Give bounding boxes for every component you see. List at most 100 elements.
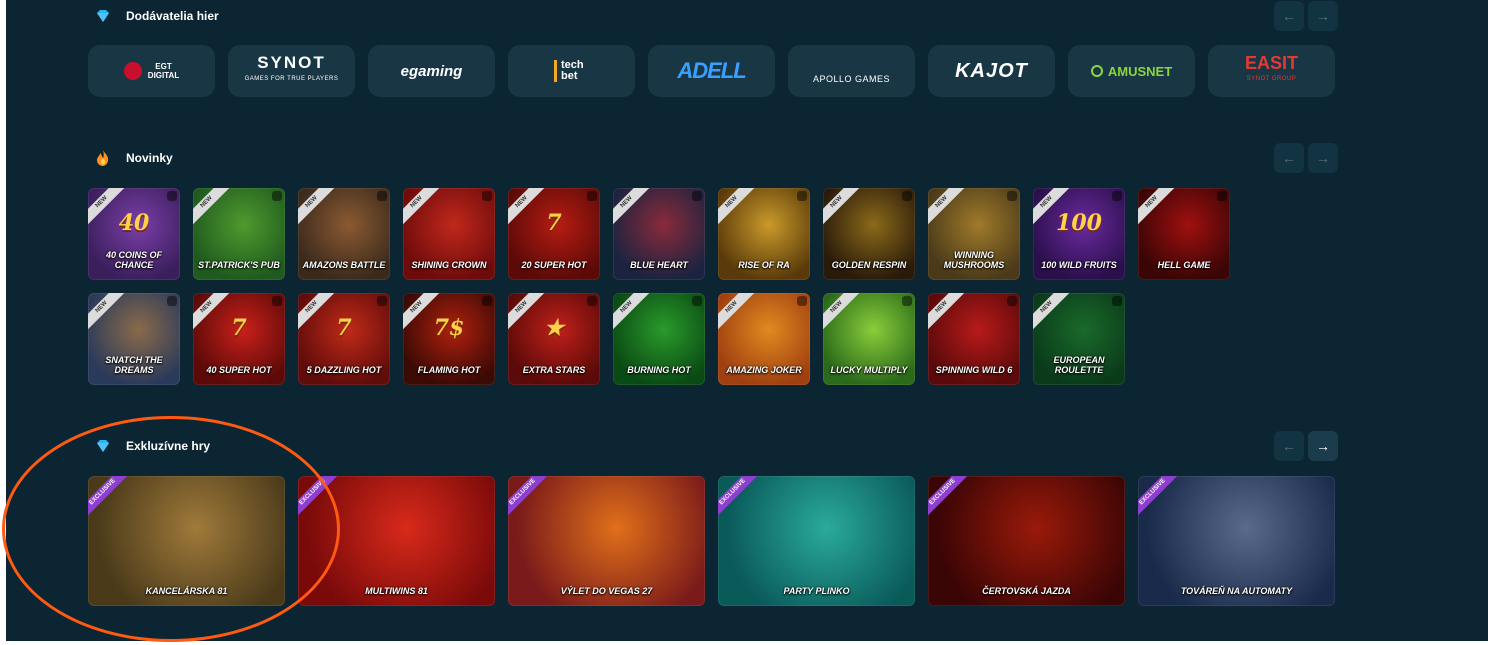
game-title: FLAMING HOT [417, 365, 481, 375]
provider-badge-icon [377, 191, 387, 201]
game-artwork-text: 40 [118, 210, 150, 236]
exclusive-ribbon: EXCLUSIVE [718, 476, 761, 520]
provider-badge-icon [482, 296, 492, 306]
game-tile[interactable]: ★ NEW EXTRA STARS [508, 293, 600, 385]
provider-synot[interactable]: SYNOT GAMES FOR TRUE PLAYERS [228, 45, 355, 97]
game-tile[interactable]: 7 NEW 40 SUPER HOT [193, 293, 285, 385]
provider-badge-icon [587, 296, 597, 306]
exclusive-ribbon: EXCLUSIVE [1138, 476, 1181, 520]
prev-arrow-button[interactable]: ← [1274, 1, 1304, 31]
provider-badge-icon [692, 296, 702, 306]
section-title: Exkluzívne hry [126, 439, 211, 453]
provider-badge-icon [587, 191, 597, 201]
game-artwork-text: 7 [231, 315, 247, 341]
game-title: 100 WILD FRUITS [1041, 260, 1117, 270]
game-tile[interactable]: NEW BURNING HOT [613, 293, 705, 385]
game-title: ČERTOVSKÁ JAZDA [982, 586, 1071, 596]
game-tile[interactable]: NEW RISE OF RA [718, 188, 810, 280]
game-tile[interactable]: NEW EUROPEAN ROULETTE [1033, 293, 1125, 385]
provider-amusnet[interactable]: AMUSNET [1068, 45, 1195, 97]
game-tile[interactable]: NEW WINNING MUSHROOMS [928, 188, 1020, 280]
new-ribbon: NEW [718, 293, 758, 333]
diamond-icon [94, 7, 112, 25]
new-ribbon: NEW [1033, 293, 1073, 333]
game-tile[interactable]: EXCLUSIVE ČERTOVSKÁ JAZDA [928, 476, 1125, 606]
exclusive-games-section: Exkluzívne hry ← → EXCLUSIVE KANCELÁRSKA … [88, 430, 1338, 610]
new-games-row-2: NEW SNATCH THE DREAMS 7 NEW 40 SUPER HOT 7 NEW… [88, 293, 1125, 385]
game-title: SNATCH THE DREAMS [105, 355, 163, 375]
game-title: LUCKY MULTIPLY [830, 365, 908, 375]
game-title: GOLDEN RESPIN [831, 260, 907, 270]
provider-egaming[interactable]: egaming [368, 45, 495, 97]
game-artwork-text: 7 [336, 315, 352, 341]
provider-name: tech bet [554, 60, 589, 82]
providers-list: EGT DIGITAL SYNOT GAMES FOR TRUE PLAYERS e… [88, 45, 1335, 97]
game-tile[interactable]: EXCLUSIVE KANCELÁRSKA 81 [88, 476, 285, 606]
prev-arrow-button[interactable]: ← [1274, 431, 1304, 461]
new-ribbon: NEW [298, 188, 338, 228]
provider-apollo-games[interactable]: APOLLO GAMES [788, 45, 915, 97]
new-games-carousel-nav: ← → [1274, 143, 1338, 173]
next-arrow-button[interactable]: → [1308, 431, 1338, 461]
new-ribbon: NEW [613, 293, 653, 333]
new-ribbon: NEW [928, 293, 968, 333]
game-tile[interactable]: EXCLUSIVE PARTY PLINKO [718, 476, 915, 606]
game-tile[interactable]: NEW SPINNING WILD 6 [928, 293, 1020, 385]
new-ribbon: NEW [613, 188, 653, 228]
new-ribbon: NEW [1138, 188, 1178, 228]
provider-badge-icon [377, 296, 387, 306]
providers-carousel-nav: ← → [1274, 1, 1338, 31]
prev-arrow-button[interactable]: ← [1274, 143, 1304, 173]
provider-easit[interactable]: EASIT SYNOT GROUP [1208, 45, 1335, 97]
game-tile[interactable]: NEW ST.PATRICK'S PUB [193, 188, 285, 280]
game-title: BURNING HOT [627, 365, 691, 375]
game-tile[interactable]: 40 NEW 40 COINS OF CHANCE [88, 188, 180, 280]
new-ribbon: NEW [823, 293, 863, 333]
provider-techbet[interactable]: tech bet [508, 45, 635, 97]
provider-adell[interactable]: ADELL [648, 45, 775, 97]
game-tile[interactable]: 7 NEW 5 DAZZLING HOT [298, 293, 390, 385]
game-title: SPINNING WILD 6 [935, 365, 1013, 375]
game-tile[interactable]: NEW AMAZONS BATTLE [298, 188, 390, 280]
game-title: HELL GAME [1157, 260, 1211, 270]
game-tile[interactable]: NEW HELL GAME [1138, 188, 1230, 280]
exclusive-ribbon: EXCLUSIVE [508, 476, 551, 520]
game-title: MULTIWINS 81 [365, 586, 428, 596]
provider-badge-icon [1217, 191, 1227, 201]
game-tile[interactable]: 7$ NEW FLAMING HOT [403, 293, 495, 385]
game-tile[interactable]: NEW AMAZING JOKER [718, 293, 810, 385]
new-ribbon: NEW [823, 188, 863, 228]
game-tile[interactable]: NEW GOLDEN RESPIN [823, 188, 915, 280]
provider-egt-digital[interactable]: EGT DIGITAL [88, 45, 215, 97]
exclusive-carousel-nav: ← → [1274, 431, 1338, 461]
game-title: 40 COINS OF CHANCE [105, 250, 162, 270]
game-tile[interactable]: EXCLUSIVE MULTIWINS 81 [298, 476, 495, 606]
game-title: KANCELÁRSKA 81 [145, 586, 228, 596]
next-arrow-button[interactable]: → [1308, 1, 1338, 31]
game-artwork-text: 7 [546, 210, 562, 236]
game-tile[interactable]: NEW SNATCH THE DREAMS [88, 293, 180, 385]
game-artwork-text: 100 [1056, 210, 1102, 236]
game-title: EXTRA STARS [522, 365, 586, 375]
game-tile[interactable]: NEW LUCKY MULTIPLY [823, 293, 915, 385]
game-tile[interactable]: 100 NEW 100 WILD FRUITS [1033, 188, 1125, 280]
next-arrow-button[interactable]: → [1308, 143, 1338, 173]
game-tile[interactable]: EXCLUSIVE VÝLET DO VEGAS 27 [508, 476, 705, 606]
game-title: ST.PATRICK'S PUB [198, 260, 280, 270]
provider-badge-icon [1007, 296, 1017, 306]
new-ribbon: NEW [403, 188, 443, 228]
game-title: AMAZONS BATTLE [302, 260, 386, 270]
exclusive-games-row: EXCLUSIVE KANCELÁRSKA 81 EXCLUSIVE MULTIWIN… [88, 476, 1335, 606]
game-artwork-text: 7$ [433, 315, 465, 341]
diamond-icon [94, 437, 112, 455]
egt-logo-icon [123, 62, 142, 80]
game-title: WINNING MUSHROOMS [943, 250, 1005, 270]
game-tile[interactable]: NEW SHINING CROWN [403, 188, 495, 280]
provider-badge-icon [797, 191, 807, 201]
new-ribbon: NEW [928, 188, 968, 228]
game-tile[interactable]: NEW BLUE HEART [613, 188, 705, 280]
provider-kajot[interactable]: KAJOT [928, 45, 1055, 97]
provider-name: AMUSNET [1107, 63, 1173, 79]
game-tile[interactable]: 7 NEW 20 SUPER HOT [508, 188, 600, 280]
game-tile[interactable]: EXCLUSIVE TOVÁREŇ NA AUTOMATY [1138, 476, 1335, 606]
